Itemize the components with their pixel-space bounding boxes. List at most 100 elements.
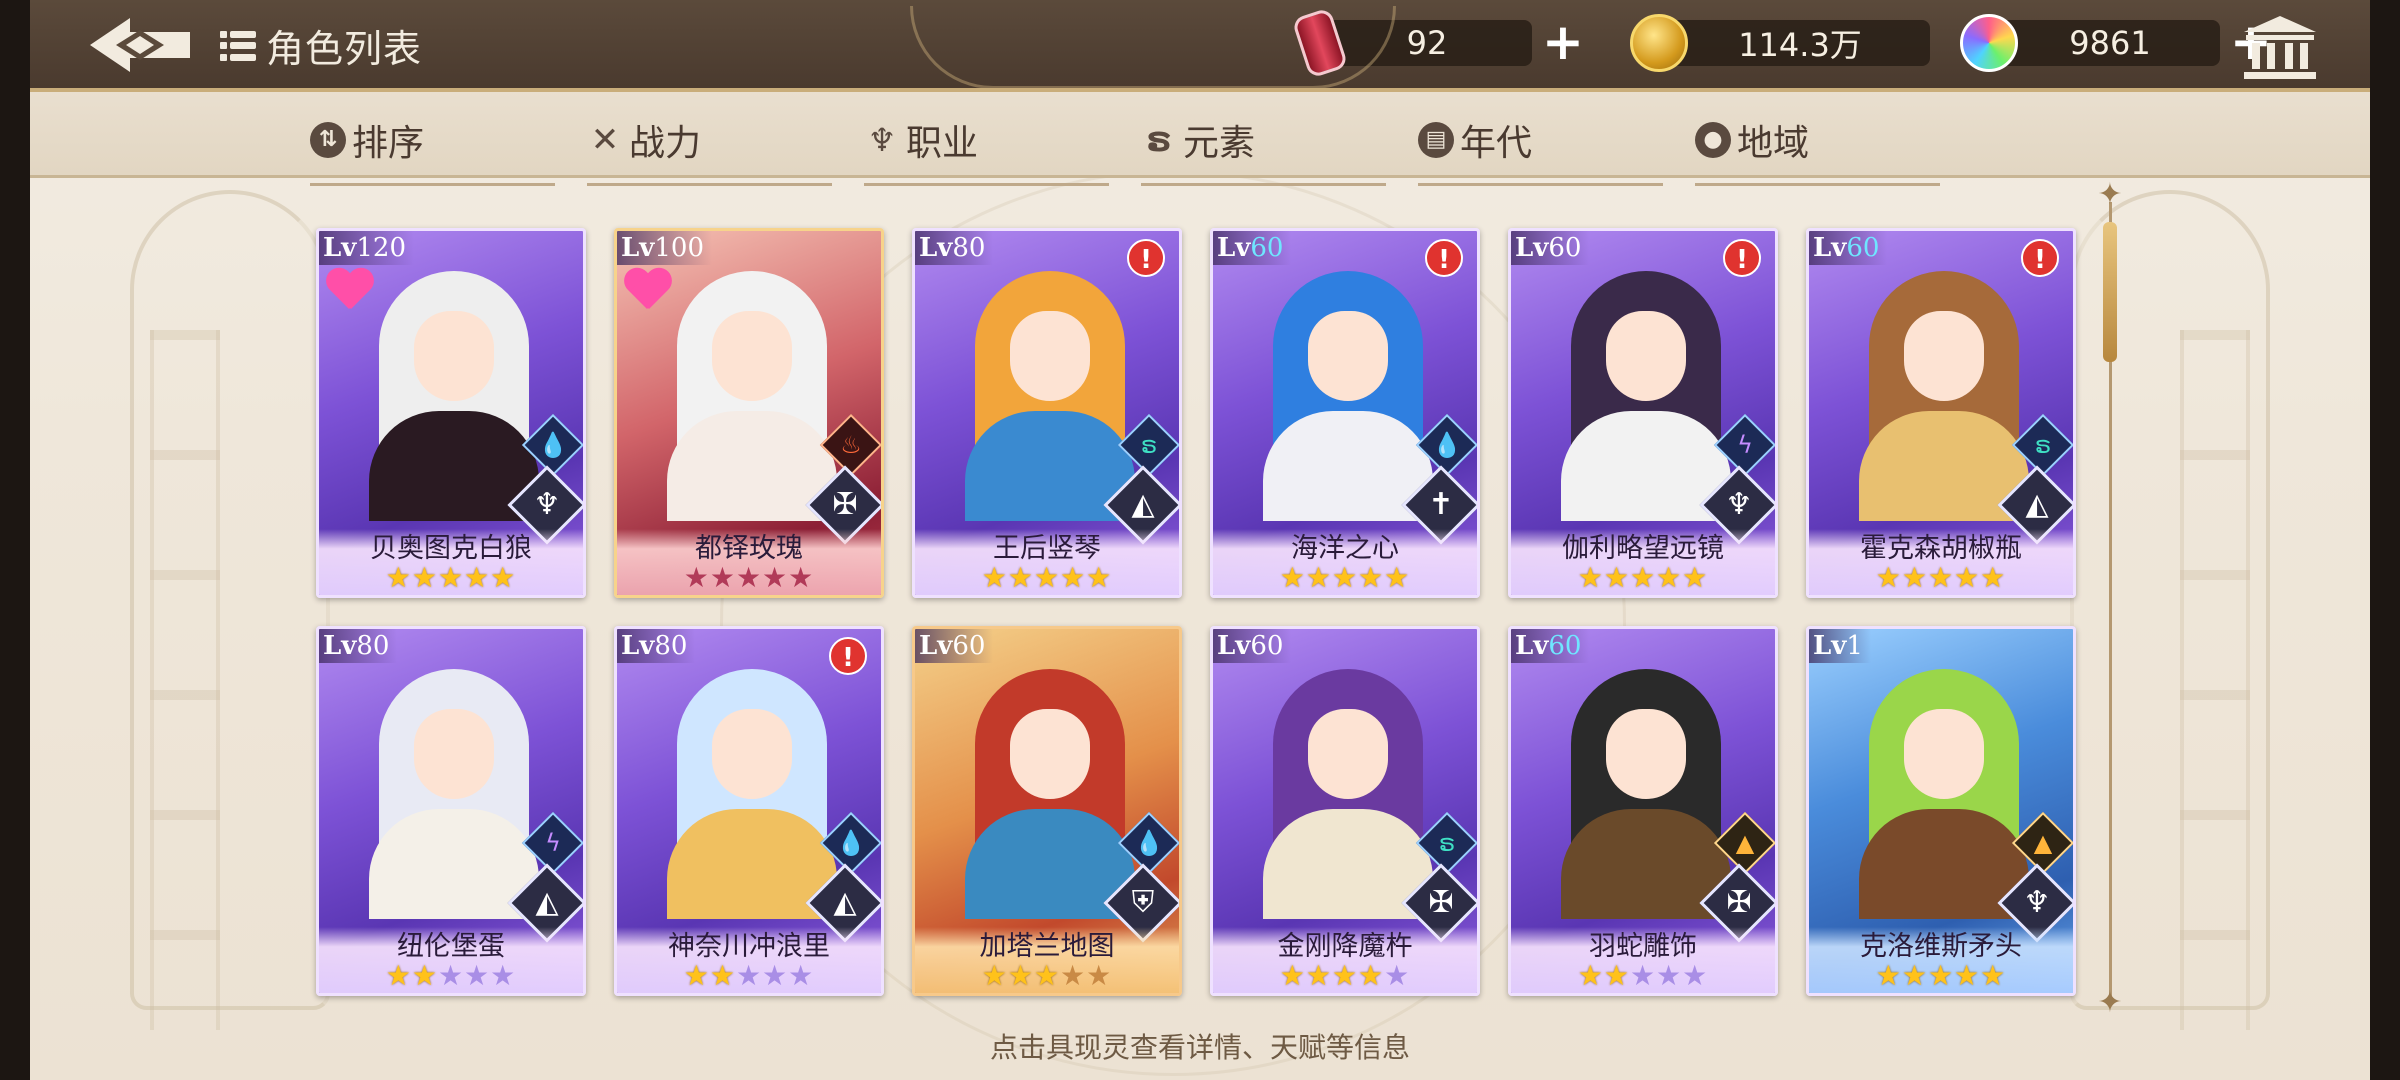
alert-badge-icon: !	[1127, 239, 1165, 277]
star-icon: ★	[1279, 561, 1306, 594]
add-soda-button[interactable]: +	[1538, 17, 1588, 68]
star-icon: ★	[1603, 959, 1630, 992]
character-portrait	[1253, 271, 1443, 521]
character-portrait	[1551, 271, 1741, 521]
character-card[interactable]: Lv80 ! ຣ ◭ 王后竖琴 ★★★★★	[912, 228, 1182, 598]
back-button[interactable]	[86, 14, 196, 76]
gold-count: 114.3万	[1670, 20, 1930, 66]
character-name: 海洋之心	[1291, 533, 1399, 564]
sort-icon: ⇅	[310, 122, 346, 158]
character-name: 贝奥图克白狼	[370, 533, 532, 564]
star-icon: ★	[1305, 561, 1332, 594]
character-card[interactable]: Lv60 ! 💧 ✝ 海洋之心 ★★★★★	[1210, 228, 1480, 598]
left-column-decoration	[150, 330, 220, 1030]
star-rating: ★★★★★	[617, 563, 881, 593]
character-card[interactable]: Lv60 💧 ⛨ 加塔兰地图 ★★★★★	[912, 626, 1182, 996]
star-icon: ★	[1007, 561, 1034, 594]
scroll-top-ornament-icon: ✦	[2097, 177, 2123, 212]
character-card[interactable]: Lv120 💧 ♆ 贝奥图克白狼 ★★★★★	[316, 228, 586, 598]
star-icon: ★	[1954, 959, 1981, 992]
character-card[interactable]: Lv60 ! ຣ ◭ 霍克森胡椒瓶 ★★★★★	[1806, 228, 2076, 598]
character-card[interactable]: Lv1 ▲ ♆ 克洛维斯矛头 ★★★★★	[1806, 626, 2076, 996]
star-rating: ★★★★★	[1213, 563, 1477, 593]
star-icon: ★	[1577, 561, 1604, 594]
character-portrait	[1253, 669, 1443, 919]
star-icon: ★	[1358, 561, 1385, 594]
character-portrait	[657, 669, 847, 919]
character-name: 纽伦堡蛋	[397, 931, 505, 962]
tab-era[interactable]: ▤ 年代	[1418, 114, 1695, 186]
star-icon: ★	[1086, 561, 1113, 594]
star-icon: ★	[1927, 959, 1955, 992]
character-portrait	[1849, 271, 2039, 521]
character-card[interactable]: Lv100 ♨ ✠ 都铎玫瑰 ★★★★★	[614, 228, 884, 598]
character-card[interactable]: Lv80 ! 💧 ◭ 神奈川冲浪里 ★★★★★	[614, 626, 884, 996]
right-column-decoration	[2180, 330, 2250, 1030]
level-badge: Lv120	[319, 231, 415, 265]
level-badge: Lv1	[1809, 629, 1871, 663]
star-rating: ★★★★★	[915, 961, 1179, 991]
character-name: 加塔兰地图	[979, 931, 1115, 962]
star-icon: ★	[385, 561, 412, 594]
star-icon: ★	[1331, 561, 1359, 594]
character-name: 都铎玫瑰	[695, 533, 803, 564]
star-icon: ★	[1060, 959, 1087, 992]
tab-element[interactable]: ຣ元素	[1141, 114, 1418, 186]
soda-can-icon	[1291, 7, 1349, 79]
star-icon: ★	[385, 959, 412, 992]
filter-bar: ⇅ 排序 ✕ 战力 ♆ 职业 ຣ元素 ▤ 年代 ● 地域	[30, 92, 2370, 186]
star-icon: ★	[1875, 959, 1902, 992]
star-icon: ★	[1305, 959, 1332, 992]
tab-region[interactable]: ● 地域	[1695, 114, 1972, 186]
star-rating: ★★★★★	[1809, 563, 2073, 593]
resource-gem: 9861 +	[1960, 14, 2276, 72]
character-card[interactable]: Lv60 ! ϟ ♆ 伽利略望远镜 ★★★★★	[1508, 228, 1778, 598]
star-icon: ★	[762, 959, 789, 992]
map-pin-icon: ●	[1695, 122, 1731, 158]
star-icon: ★	[464, 561, 491, 594]
rainbow-gem-icon	[1960, 14, 2018, 72]
level-badge: Lv80	[617, 629, 696, 663]
level-badge: Lv60	[1511, 629, 1590, 663]
bank-button[interactable]	[2240, 14, 2320, 82]
hint-text: 点击具现灵查看详情、天赋等信息	[989, 1031, 1410, 1064]
alert-badge-icon: !	[829, 637, 867, 675]
level-badge: Lv60	[915, 629, 994, 663]
alert-badge-icon: !	[1723, 239, 1761, 277]
star-icon: ★	[788, 959, 815, 992]
star-icon: ★	[490, 959, 517, 992]
tab-sort[interactable]: ⇅ 排序	[310, 114, 587, 186]
star-icon: ★	[1033, 561, 1061, 594]
star-icon: ★	[1086, 959, 1113, 992]
star-icon: ★	[1980, 561, 2007, 594]
alert-badge-icon: !	[1425, 239, 1463, 277]
character-name: 克洛维斯矛头	[1860, 931, 2022, 962]
alert-badge-icon: !	[2021, 239, 2059, 277]
character-portrait	[955, 669, 1145, 919]
character-card[interactable]: Lv60 ຣ ✠ 金刚降魔杵 ★★★★★	[1210, 626, 1480, 996]
character-card[interactable]: Lv60 ▲ ✠ 羽蛇雕饰 ★★★★★	[1508, 626, 1778, 996]
star-icon: ★	[1331, 959, 1359, 992]
star-icon: ★	[437, 959, 465, 992]
resource-soda: 92 +	[1291, 7, 1588, 79]
star-icon: ★	[1358, 959, 1385, 992]
crossed-swords-icon: ✕	[590, 120, 620, 160]
list-scrollbar[interactable]: ✦ ✦	[2097, 180, 2122, 1018]
star-icon: ★	[981, 959, 1008, 992]
scroll-thumb[interactable]	[2103, 222, 2117, 362]
star-icon: ★	[1603, 561, 1630, 594]
star-icon: ★	[981, 561, 1008, 594]
character-card[interactable]: Lv80 ϟ ◭ 纽伦堡蛋 ★★★★★	[316, 626, 586, 996]
level-badge: Lv80	[915, 231, 994, 265]
star-icon: ★	[1007, 959, 1034, 992]
tab-class[interactable]: ♆ 职业	[864, 114, 1141, 186]
character-name: 神奈川冲浪里	[668, 931, 830, 962]
gold-coin-icon	[1630, 14, 1688, 72]
star-icon: ★	[709, 561, 736, 594]
level-badge: Lv60	[1511, 231, 1590, 265]
star-icon: ★	[1682, 561, 1709, 594]
star-icon: ★	[683, 561, 710, 594]
star-icon: ★	[411, 959, 438, 992]
star-icon: ★	[1384, 561, 1411, 594]
tab-power[interactable]: ✕ 战力	[587, 114, 864, 186]
